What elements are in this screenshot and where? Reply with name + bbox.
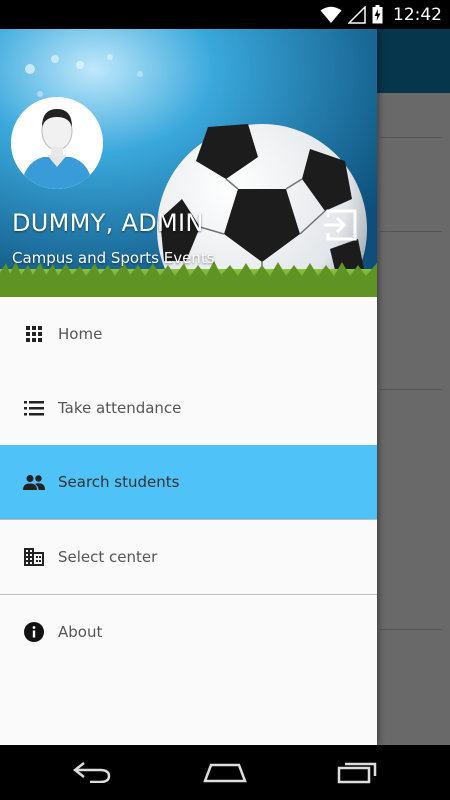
menu-item-label: Select center (58, 548, 158, 566)
system-navigation-bar (0, 745, 450, 800)
clock: 12:42 (393, 4, 442, 25)
menu-item-label: About (58, 623, 103, 641)
wifi-icon (320, 6, 342, 23)
person-avatar-icon (11, 97, 103, 189)
logout-button[interactable] (321, 205, 361, 245)
info-icon (23, 621, 45, 643)
signal-off-icon (348, 5, 366, 24)
user-subtitle: Campus and Sports Events (12, 249, 215, 267)
recent-apps-button[interactable] (328, 755, 388, 789)
drawer-menu: Home Take attendance Search students Sel… (0, 297, 377, 669)
back-icon (72, 762, 111, 783)
people-icon (23, 471, 45, 493)
user-avatar[interactable] (11, 97, 103, 189)
battery-charging-icon (372, 5, 383, 24)
home-icon (203, 763, 247, 783)
logout-icon (324, 209, 357, 241)
menu-item-label: Take attendance (58, 399, 182, 417)
user-name: DUMMY, ADMIN (12, 209, 204, 237)
menu-item-label: Search students (58, 473, 180, 491)
menu-item-label: Home (58, 325, 103, 343)
building-icon (23, 546, 45, 568)
menu-item-search-students[interactable]: Search students (0, 445, 377, 519)
menu-item-about[interactable]: About (0, 595, 377, 669)
navigation-drawer: DUMMY, ADMIN Campus and Sports Events Ho… (0, 29, 377, 745)
menu-item-take-attendance[interactable]: Take attendance (0, 371, 377, 445)
list-icon (23, 397, 45, 419)
drawer-header: DUMMY, ADMIN Campus and Sports Events (0, 29, 377, 297)
recent-apps-icon (337, 762, 377, 784)
grid-icon (23, 323, 45, 345)
status-bar: 12:42 (0, 0, 450, 29)
back-button[interactable] (62, 755, 122, 789)
home-button[interactable] (195, 755, 255, 789)
status-icons: 12:42 (320, 0, 442, 29)
menu-item-home[interactable]: Home (0, 297, 377, 371)
menu-item-select-center[interactable]: Select center (0, 520, 377, 594)
